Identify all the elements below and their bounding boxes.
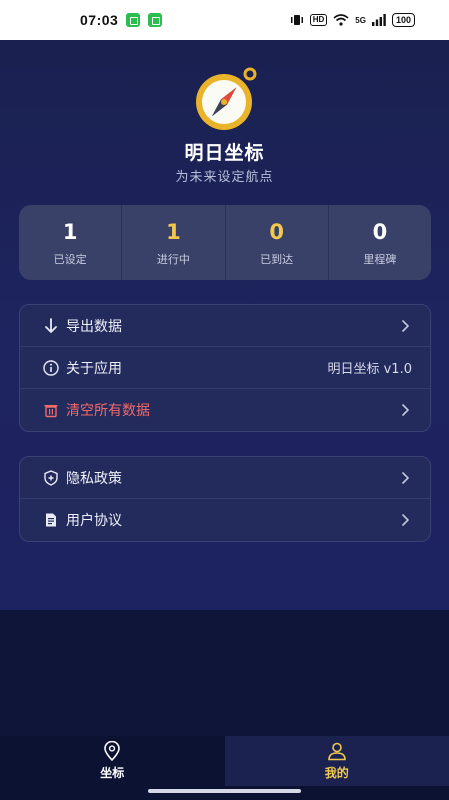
chevron-right-icon: [402, 514, 410, 526]
status-time: 07:03: [80, 12, 119, 28]
about-app-label: 关于应用: [66, 360, 122, 377]
about-app-row[interactable]: 关于应用 明日坐标 v1.0: [20, 347, 430, 389]
arrow-down-icon: [42, 317, 60, 335]
status-right: HD 5G 100: [290, 13, 415, 27]
notification-icon: [148, 13, 163, 27]
export-data-row[interactable]: 导出数据: [20, 305, 430, 347]
wifi-icon: [333, 14, 349, 26]
export-data-label: 导出数据: [66, 318, 122, 335]
user-icon: [327, 742, 346, 761]
stats-panel: 1 已设定 1 进行中 0 已到达 0 里程碑: [19, 205, 431, 280]
signal-icon: [371, 14, 386, 26]
status-bar: 07:03 HD 5G 100: [0, 0, 449, 40]
app-version: 明日坐标 v1.0: [327, 362, 412, 377]
home-indicator[interactable]: [148, 789, 301, 793]
location-pin-icon: [104, 741, 121, 761]
settings-card: 导出数据 关于应用 明日坐标 v1.0 清空所有数据: [19, 304, 431, 432]
tab-label: 我的: [324, 766, 349, 780]
document-icon: [42, 511, 60, 529]
hd-badge: HD: [309, 14, 328, 26]
stat-value: 1: [166, 219, 181, 244]
tab-label: 坐标: [100, 766, 125, 780]
app-name: 明日坐标: [184, 142, 265, 164]
stat-label: 里程碑: [363, 252, 397, 266]
app-slogan: 为未来设定航点: [175, 170, 274, 185]
chevron-right-icon: [402, 319, 410, 332]
user-agreement-row[interactable]: 用户协议: [20, 499, 430, 541]
clear-data-label: 清空所有数据: [66, 403, 150, 419]
chevron-right-icon: [402, 471, 410, 484]
stat-milestone: 0 里程碑: [329, 205, 431, 280]
stat-label: 已设定: [53, 252, 87, 266]
legal-card: 隐私政策 用户协议: [19, 456, 431, 542]
stat-label: 进行中: [156, 252, 190, 266]
user-agreement-label: 用户协议: [66, 513, 122, 529]
vibrate-icon: [290, 15, 303, 25]
page-empty-area: [0, 610, 449, 736]
stat-arrived: 0 已到达: [226, 205, 329, 280]
stat-value: 0: [372, 219, 388, 244]
clear-data-row[interactable]: 清空所有数据: [20, 389, 430, 431]
network-label: 5G: [355, 15, 366, 25]
chevron-right-icon: [402, 404, 410, 416]
battery-indicator: 100: [391, 13, 415, 27]
shield-plus-icon: [42, 469, 60, 487]
tab-mine[interactable]: 我的: [224, 736, 449, 786]
stat-set: 1 已设定: [19, 205, 123, 280]
notification-icon: [126, 13, 141, 27]
tab-coordinates[interactable]: 坐标: [0, 736, 225, 786]
stat-value: 0: [269, 219, 284, 244]
info-icon: [42, 359, 60, 377]
stat-label: 已到达: [260, 252, 294, 266]
trash-icon: [42, 401, 60, 419]
compass-logo-icon: [186, 66, 264, 132]
stat-in-progress: 1 进行中: [122, 205, 226, 280]
privacy-policy-row[interactable]: 隐私政策: [20, 457, 430, 499]
status-left: 07:03: [80, 12, 163, 28]
privacy-policy-label: 隐私政策: [66, 470, 122, 487]
stat-value: 1: [62, 219, 78, 244]
bottom-tab-bar: 坐标 我的: [0, 736, 449, 786]
